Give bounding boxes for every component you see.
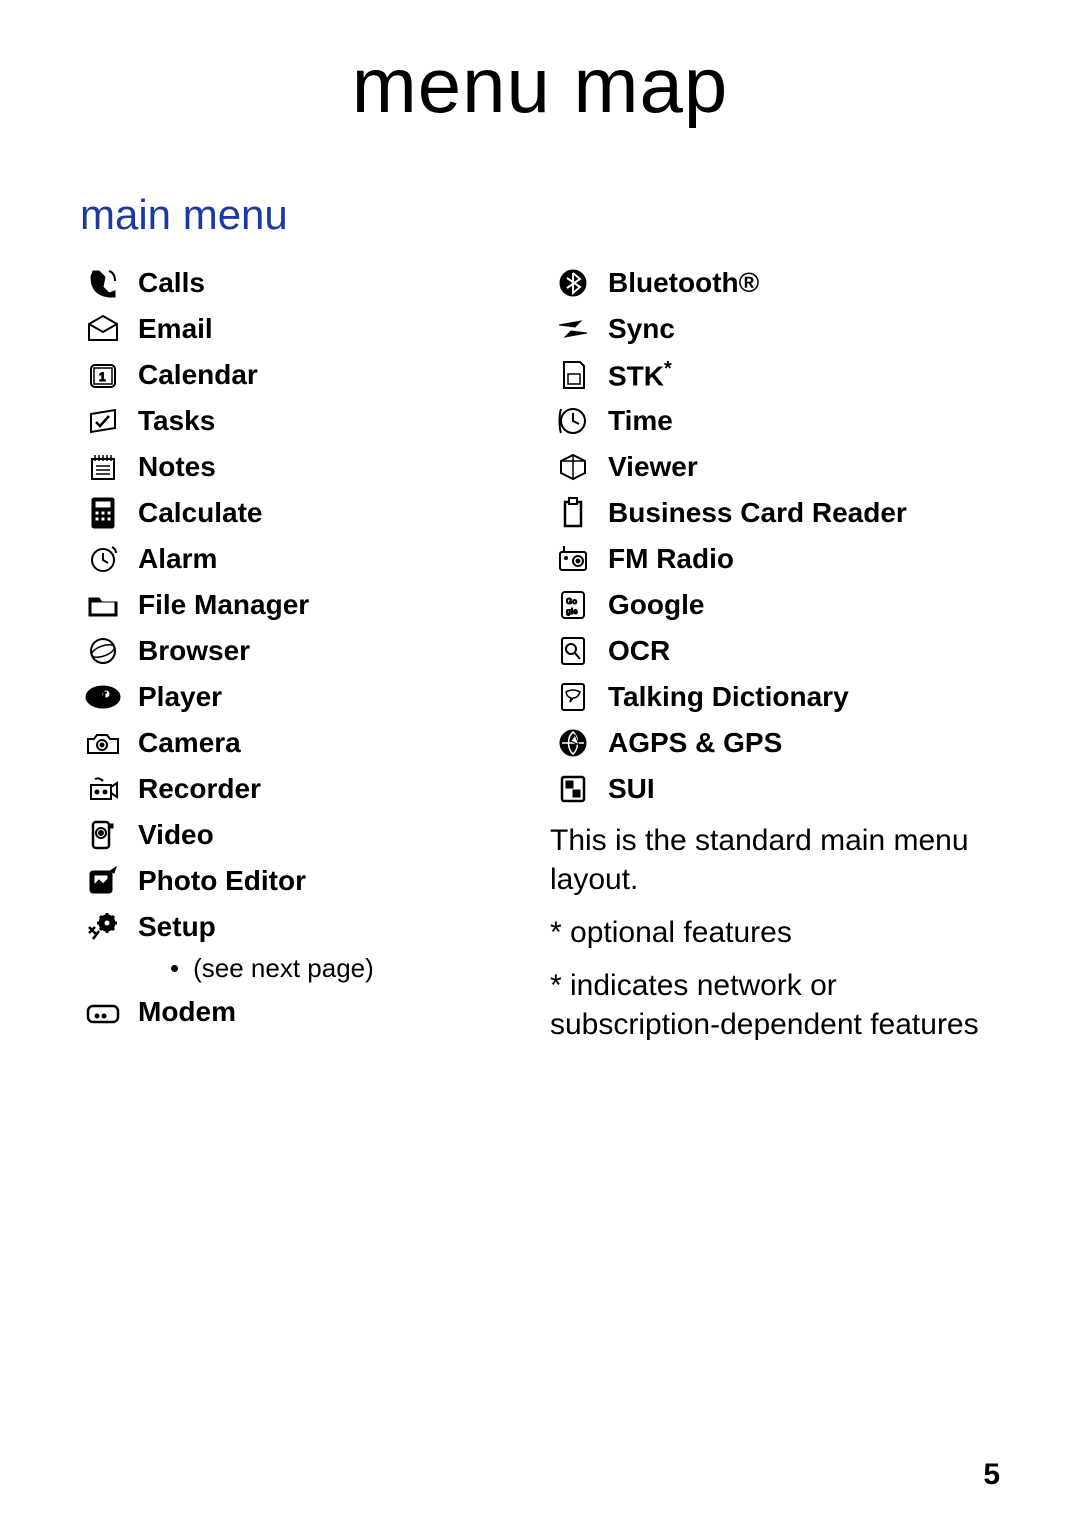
menu-item: 1 Calendar [80, 357, 530, 393]
menu-item-label: Bluetooth® [608, 267, 759, 299]
ocr-icon [550, 633, 596, 669]
menu-item: Setup [80, 909, 530, 945]
menu-item: SUI [550, 771, 1000, 807]
viewer-icon [550, 449, 596, 485]
menu-item-label: File Manager [138, 589, 309, 621]
footnote-text: This is the standard main menu layout. [550, 821, 1000, 899]
menu-item: AGPS & GPS [550, 725, 1000, 761]
filemanager-icon [80, 587, 126, 623]
svg-text:Go: Go [566, 597, 577, 606]
menu-item: Talking Dictionary [550, 679, 1000, 715]
menu-item: FM Radio [550, 541, 1000, 577]
google-icon: Gogle [550, 587, 596, 623]
bluetooth-icon [550, 265, 596, 301]
time-icon [550, 403, 596, 439]
page-title: menu map [80, 40, 1000, 131]
setup-icon [80, 909, 126, 945]
menu-item: Viewer [550, 449, 1000, 485]
menu-item-label: STK* [608, 358, 672, 392]
menu-item: Calls [80, 265, 530, 301]
menu-item-label: Player [138, 681, 222, 713]
menu-item: Time [550, 403, 1000, 439]
footnote-text: * optional features [550, 913, 1000, 952]
fmradio-icon [550, 541, 596, 577]
menu-item-label: Setup [138, 911, 216, 943]
menu-item: Gogle Google [550, 587, 1000, 623]
stk-icon [550, 357, 596, 393]
menu-item-label: OCR [608, 635, 670, 667]
menu-item: Bluetooth® [550, 265, 1000, 301]
menu-columns: Calls Email 1 Calendar Tasks Notes Calculate Al… [80, 255, 1000, 1058]
menu-item: Recorder [80, 771, 530, 807]
menu-item-label: Email [138, 313, 213, 345]
menu-item-label: Photo Editor [138, 865, 306, 897]
menu-item: File Manager [80, 587, 530, 623]
businesscard-icon [550, 495, 596, 531]
notes-icon [80, 449, 126, 485]
calls-icon [80, 265, 126, 301]
svg-text:1: 1 [99, 370, 106, 384]
right-column: Bluetooth® Sync STK* Time Viewer Business Car… [550, 255, 1000, 1058]
sync-icon [550, 311, 596, 347]
menu-item-label: Calendar [138, 359, 258, 391]
menu-item: Video [80, 817, 530, 853]
svg-text:r: r [103, 689, 107, 699]
menu-item-label: Business Card Reader [608, 497, 907, 529]
menu-item: Sync [550, 311, 1000, 347]
menu-item: STK* [550, 357, 1000, 393]
sui-icon [550, 771, 596, 807]
menu-item-label: Video [138, 819, 214, 851]
svg-text:gle: gle [566, 607, 578, 616]
menu-item-label: Camera [138, 727, 241, 759]
photoeditor-icon [80, 863, 126, 899]
calendar-icon: 1 [80, 357, 126, 393]
menu-item-label: AGPS & GPS [608, 727, 782, 759]
menu-item-label: Recorder [138, 773, 261, 805]
menu-item-label: Viewer [608, 451, 698, 483]
menu-item-label: Notes [138, 451, 216, 483]
menu-item-label: Browser [138, 635, 250, 667]
tasks-icon [80, 403, 126, 439]
menu-item: Tasks [80, 403, 530, 439]
alarm-icon [80, 541, 126, 577]
menu-item-label: FM Radio [608, 543, 734, 575]
menu-item-label: Calculate [138, 497, 263, 529]
menu-item-label: SUI [608, 773, 655, 805]
menu-item: Modem [80, 994, 530, 1030]
menu-item-subnote: (see next page) [170, 953, 530, 984]
section-title: main menu [80, 191, 1000, 239]
page-number: 5 [983, 1458, 1000, 1492]
menu-item: Camera [80, 725, 530, 761]
browser-icon [80, 633, 126, 669]
email-icon [80, 311, 126, 347]
menu-item-label: Calls [138, 267, 205, 299]
menu-item-label: Sync [608, 313, 675, 345]
menu-item-label: Tasks [138, 405, 215, 437]
menu-item: Business Card Reader [550, 495, 1000, 531]
left-column: Calls Email 1 Calendar Tasks Notes Calculate Al… [80, 255, 530, 1058]
camera-icon [80, 725, 126, 761]
menu-item-label: Talking Dictionary [608, 681, 849, 713]
footnote-marker: * [664, 358, 672, 380]
menu-item: Calculate [80, 495, 530, 531]
talkingdict-icon [550, 679, 596, 715]
menu-item: Photo Editor [80, 863, 530, 899]
menu-item: Email [80, 311, 530, 347]
menu-item-label: Google [608, 589, 704, 621]
menu-item: r Player [80, 679, 530, 715]
menu-item: Notes [80, 449, 530, 485]
modem-icon [80, 994, 126, 1030]
video-icon [80, 817, 126, 853]
menu-item-label: Modem [138, 996, 236, 1028]
agps-icon [550, 725, 596, 761]
menu-item: OCR [550, 633, 1000, 669]
player-icon: r [80, 679, 126, 715]
recorder-icon [80, 771, 126, 807]
calculate-icon [80, 495, 126, 531]
menu-item-label: Alarm [138, 543, 217, 575]
menu-item-label: Time [608, 405, 673, 437]
footnote-text: * indicates network or subscription-depe… [550, 966, 1000, 1044]
menu-item: Browser [80, 633, 530, 669]
menu-item: Alarm [80, 541, 530, 577]
